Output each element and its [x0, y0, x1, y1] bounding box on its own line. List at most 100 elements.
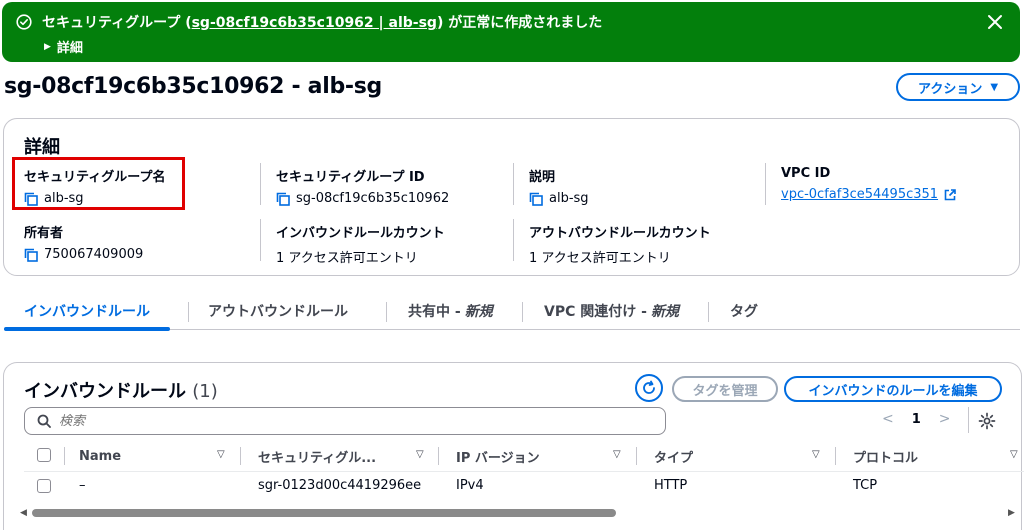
search-icon [37, 414, 51, 428]
flash-message: セキュリティグループ (sg-08cf19c6b35c10962 | alb-s… [42, 12, 602, 32]
column-divider [636, 447, 637, 465]
tab-outbound-rules[interactable]: アウトバウンドルール [208, 292, 348, 330]
field-outbound-count: アウトバウンドルールカウント 1 アクセス許可エントリ [529, 222, 711, 266]
vpc-id-link[interactable]: vpc-0cfaf3ce54495c351 [781, 187, 938, 202]
column-header-sg-rule-id[interactable]: セキュリティグル... [258, 443, 376, 469]
tab-new-badge: 新規 [650, 304, 679, 320]
scroll-right-icon[interactable]: ▶ [1008, 508, 1015, 518]
column-header-type[interactable]: タイプ [654, 443, 693, 469]
field-value: sg-08cf19c6b35c10962 [296, 191, 450, 206]
field-label: セキュリティグループ ID [276, 170, 425, 185]
tab-new-badge: 新規 [464, 304, 493, 320]
caret-down-icon: ▼ [990, 81, 999, 93]
scrollbar-thumb[interactable] [32, 509, 616, 517]
tab-divider [188, 302, 189, 322]
sort-icon[interactable]: ▽ [416, 449, 424, 460]
chevron-right-icon[interactable]: > [939, 411, 951, 427]
column-header-protocol[interactable]: プロトコル [853, 443, 918, 469]
field-label: VPC ID [781, 166, 831, 181]
tab-label: VPC 関連付け - [544, 304, 647, 320]
sort-icon[interactable]: ▽ [1010, 449, 1018, 460]
field-owner: 所有者 750067409009 [24, 222, 143, 262]
cell-name: – [79, 478, 86, 493]
cell-sg-rule-id: sgr-0123d00c4419296ee [258, 478, 422, 493]
inbound-rules-panel: インバウンドルール (1) タグを管理 インバウンドのルールを編集 < 1 > … [3, 362, 1024, 530]
tab-bar: インバウンドルール アウトバウンドルール 共有中 - 新規 VPC 関連付け -新… [4, 292, 1020, 331]
field-label: インバウンドルールカウント [276, 226, 445, 241]
flash-detail-label: 詳細 [56, 41, 83, 56]
tab-inbound-rules[interactable]: インバウンドルール [4, 292, 170, 331]
manage-tags-button[interactable]: タグを管理 [672, 376, 778, 402]
page-number[interactable]: 1 [912, 412, 921, 427]
column-divider [513, 219, 514, 261]
column-divider [438, 447, 439, 465]
flash-prefix: セキュリティグループ ( [42, 15, 192, 31]
flash-detail-toggle[interactable]: ▶ 詳細 [44, 37, 83, 56]
actions-dropdown-button[interactable]: アクション ▼ [896, 73, 1020, 101]
column-divider [835, 447, 836, 465]
highlight-box [12, 157, 185, 210]
field-vpc-id: VPC ID vpc-0cfaf3ce54495c351 [781, 166, 956, 202]
column-header-ip-version[interactable]: IP バージョン [456, 443, 540, 469]
tab-divider [386, 302, 387, 322]
field-label: アウトバウンドルールカウント [529, 226, 711, 241]
tab-label: インバウンドルール [24, 304, 150, 320]
close-icon[interactable] [986, 13, 1004, 31]
field-value: 750067409009 [44, 247, 144, 262]
refresh-button[interactable] [635, 374, 663, 402]
cell-ip-version: IPv4 [456, 478, 484, 493]
column-header-name[interactable]: Name [79, 443, 121, 469]
select-all-checkbox[interactable] [37, 448, 51, 462]
tab-label: タグ [730, 304, 758, 320]
field-inbound-count: インバウンドルールカウント 1 アクセス許可エントリ [276, 222, 445, 266]
column-divider [260, 163, 261, 205]
edit-inbound-rules-button[interactable]: インバウンドのルールを編集 [784, 376, 1002, 402]
column-divider [260, 219, 261, 261]
field-sg-id: セキュリティグループ ID sg-08cf19c6b35c10962 [276, 166, 449, 206]
cell-type: HTTP [654, 478, 688, 493]
tab-divider [522, 302, 523, 322]
copy-icon[interactable] [529, 192, 543, 206]
sort-icon[interactable]: ▽ [217, 449, 225, 460]
flash-suffix: ) が正常に作成されました [436, 15, 603, 31]
field-value: 1 アクセス許可エントリ [276, 251, 418, 266]
horizontal-scrollbar[interactable]: ◀ ▶ [20, 506, 1020, 520]
tab-divider [708, 302, 709, 322]
column-divider [513, 163, 514, 205]
row-divider [24, 471, 1024, 472]
success-check-icon [16, 14, 32, 30]
field-label: 所有者 [24, 226, 64, 241]
pager-divider [968, 407, 969, 433]
gear-icon[interactable] [978, 412, 996, 430]
details-heading: 詳細 [24, 137, 60, 158]
rules-count: (1) [192, 381, 218, 402]
search-input[interactable] [59, 413, 639, 429]
cell-protocol: TCP [853, 478, 878, 493]
field-value: alb-sg [549, 191, 589, 206]
pagination: < 1 > [882, 411, 951, 427]
flash-sg-link[interactable]: sg-08cf19c6b35c10962 | alb-sg [192, 15, 437, 31]
actions-label: アクション [917, 81, 983, 97]
search-box[interactable] [24, 407, 666, 435]
field-value: 1 アクセス許可エントリ [529, 251, 671, 266]
sort-icon[interactable]: ▽ [613, 449, 621, 460]
success-flash-banner: セキュリティグループ (sg-08cf19c6b35c10962 | alb-s… [2, 2, 1020, 62]
tab-tags[interactable]: タグ [730, 292, 758, 330]
column-divider [64, 447, 65, 465]
external-link-icon[interactable] [944, 188, 956, 201]
scroll-left-icon[interactable]: ◀ [20, 508, 27, 518]
refresh-icon [643, 380, 655, 394]
row-checkbox[interactable] [37, 479, 51, 493]
tab-label: アウトバウンドルール [208, 304, 348, 320]
chevron-left-icon[interactable]: < [882, 411, 894, 427]
column-divider [765, 163, 766, 205]
page-title: sg-08cf19c6b35c10962 - alb-sg [4, 74, 382, 99]
sort-icon[interactable]: ▽ [812, 449, 820, 460]
tab-sharing[interactable]: 共有中 - 新規 [408, 292, 493, 330]
field-description: 説明 alb-sg [529, 166, 589, 206]
rules-title: インバウンドルール (1) [24, 377, 218, 403]
copy-icon[interactable] [276, 192, 290, 206]
caret-right-icon: ▶ [44, 41, 51, 52]
tab-vpc-associations[interactable]: VPC 関連付け - 新規 [544, 292, 679, 330]
copy-icon[interactable] [24, 248, 38, 262]
